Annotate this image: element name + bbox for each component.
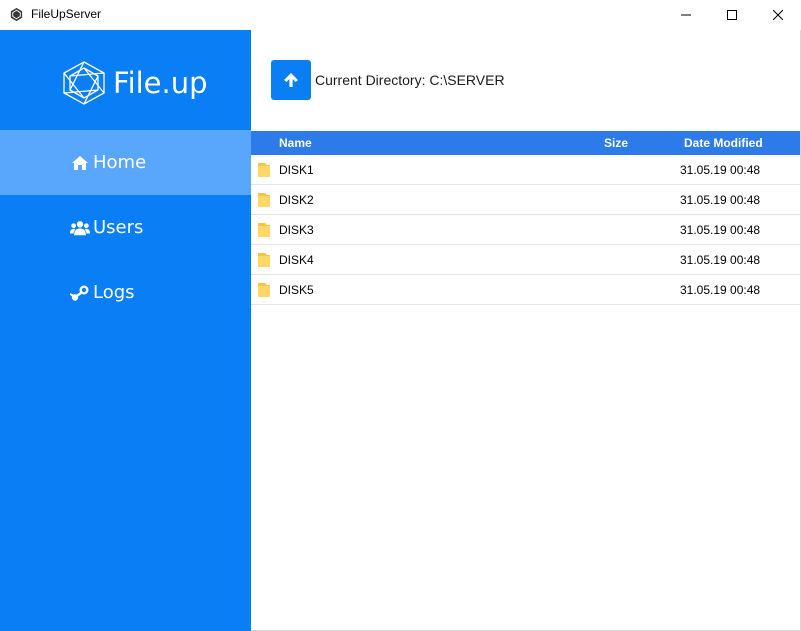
- file-name: DISK1: [279, 163, 314, 177]
- file-date: 31.05.19 00:48: [680, 163, 761, 177]
- folder-icon: [258, 283, 270, 297]
- folder-icon: [258, 163, 270, 177]
- minimize-button[interactable]: [663, 0, 709, 30]
- table-row[interactable]: DISK2 31.05.19 00:48: [251, 185, 800, 215]
- close-icon: [773, 10, 783, 20]
- minimize-icon: [681, 14, 691, 16]
- table-row[interactable]: DISK1 31.05.19 00:48: [251, 155, 800, 185]
- file-name: DISK4: [279, 253, 314, 267]
- window-title: FileUpServer: [31, 7, 102, 21]
- file-name: DISK2: [279, 193, 314, 207]
- sidebar: File.up Home Users Logs: [0, 30, 251, 631]
- up-directory-button[interactable]: [271, 60, 311, 100]
- folder-icon: [258, 253, 270, 267]
- brand: File.up: [60, 60, 208, 106]
- folder-icon: [258, 223, 270, 237]
- sidebar-item-label: Home: [93, 152, 147, 173]
- sidebar-item-label: Logs: [93, 282, 135, 303]
- column-header-name[interactable]: Name: [279, 136, 312, 150]
- users-icon: [70, 218, 90, 238]
- arrow-up-icon: [284, 73, 298, 87]
- sidebar-item-home[interactable]: Home: [0, 130, 251, 195]
- column-header-date-modified[interactable]: Date Modified: [684, 136, 763, 150]
- column-header-size[interactable]: Size: [604, 136, 628, 150]
- steam-icon: [70, 283, 90, 303]
- file-table: Name Size Date Modified DISK1 31.05.19 0…: [251, 131, 800, 305]
- file-name: DISK3: [279, 223, 314, 237]
- folder-icon: [258, 193, 270, 207]
- close-button[interactable]: [755, 0, 801, 30]
- file-name: DISK5: [279, 283, 314, 297]
- sidebar-item-label: Users: [93, 217, 144, 238]
- table-header: Name Size Date Modified: [251, 131, 800, 155]
- brand-name: File.up: [113, 66, 208, 100]
- maximize-button[interactable]: [709, 0, 755, 30]
- title-bar: FileUpServer: [0, 0, 801, 30]
- table-row[interactable]: DISK3 31.05.19 00:48: [251, 215, 800, 245]
- current-directory-label: Current Directory: C:\SERVER: [315, 72, 505, 88]
- maximize-icon: [727, 10, 737, 20]
- hexagon-logo-icon: [10, 7, 23, 22]
- file-date: 31.05.19 00:48: [680, 193, 761, 207]
- file-date: 31.05.19 00:48: [680, 283, 761, 297]
- table-row[interactable]: DISK4 31.05.19 00:48: [251, 245, 800, 275]
- main-panel: Current Directory: C:\SERVER Name Size D…: [251, 30, 801, 631]
- file-date: 31.05.19 00:48: [680, 223, 761, 237]
- home-icon: [70, 153, 90, 173]
- hexagon-logo-icon: [63, 61, 105, 105]
- table-row[interactable]: DISK5 31.05.19 00:48: [251, 275, 800, 305]
- file-date: 31.05.19 00:48: [680, 253, 761, 267]
- sidebar-item-users[interactable]: Users: [0, 195, 251, 260]
- sidebar-item-logs[interactable]: Logs: [0, 260, 251, 325]
